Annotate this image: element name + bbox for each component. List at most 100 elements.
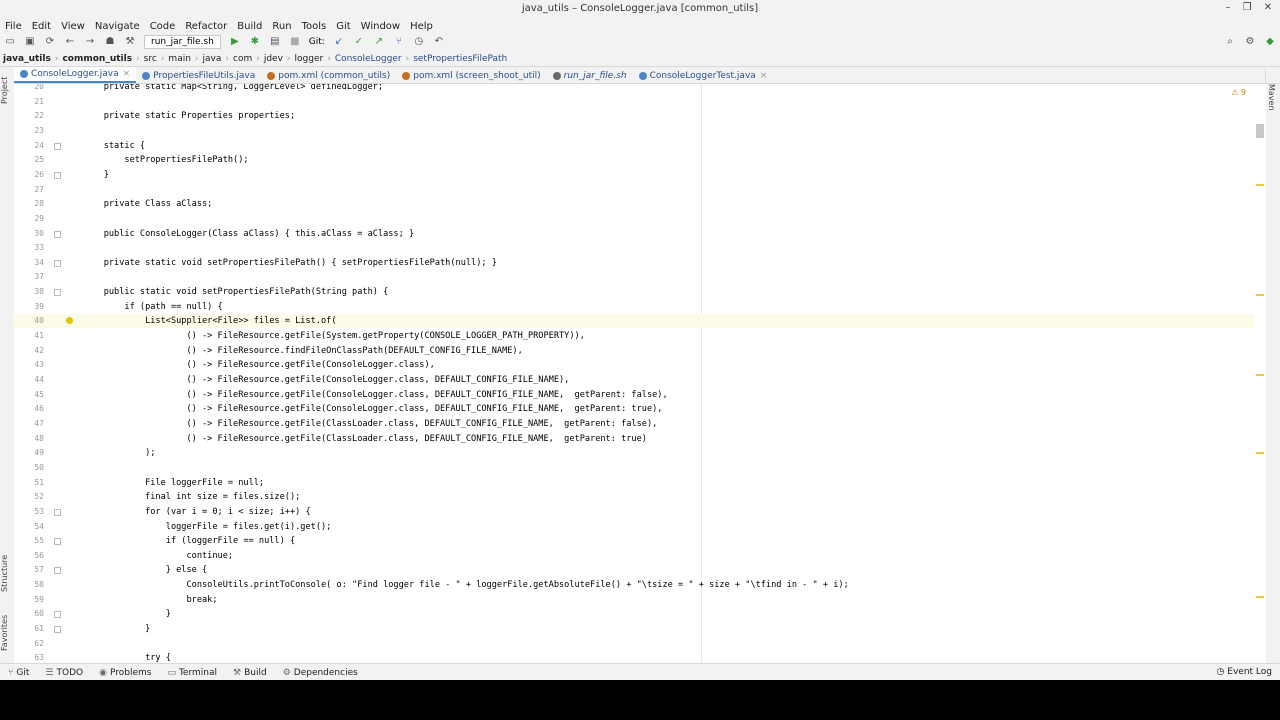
- fold-marker-icon[interactable]: [54, 230, 61, 238]
- line-number[interactable]: 20: [14, 84, 44, 94]
- code-text[interactable]: private Class aClass;: [83, 197, 213, 211]
- line-number[interactable]: 34: [14, 256, 44, 270]
- search-icon[interactable]: ⌕: [1223, 36, 1237, 48]
- crumb-java[interactable]: java: [200, 54, 225, 64]
- code-text[interactable]: () -> FileResource.getFile(ConsoleLogger…: [83, 402, 662, 416]
- code-line[interactable]: 61 }: [14, 622, 1254, 636]
- code-text[interactable]: try {: [83, 651, 171, 663]
- fold-marker-icon[interactable]: [54, 171, 61, 179]
- code-line[interactable]: 59 break;: [14, 593, 1254, 607]
- maximize-icon[interactable]: ❐: [1243, 2, 1252, 13]
- code-line[interactable]: 23: [14, 124, 1254, 138]
- code-line[interactable]: 34 private static void setPropertiesFile…: [14, 256, 1254, 270]
- code-text[interactable]: final int size = files.size();: [83, 490, 300, 504]
- favorites-tool-button[interactable]: Favorites: [0, 608, 12, 658]
- code-line[interactable]: 20 private static Map<String, LoggerLeve…: [14, 84, 1254, 94]
- fold-marker-icon[interactable]: [54, 567, 61, 575]
- crumb-jdev[interactable]: jdev: [261, 54, 286, 64]
- code-text[interactable]: break;: [83, 593, 217, 607]
- code-text[interactable]: () -> FileResource.getFile(System.getPro…: [83, 329, 584, 343]
- code-line[interactable]: 46 () -> FileResource.getFile(ConsoleLog…: [14, 402, 1254, 416]
- user-icon[interactable]: ☗: [103, 36, 117, 48]
- sync-icon[interactable]: ⟳: [43, 36, 57, 48]
- line-number[interactable]: 22: [14, 109, 44, 123]
- minimize-icon[interactable]: –: [1226, 2, 1231, 13]
- code-text[interactable]: private static void setPropertiesFilePat…: [83, 256, 497, 270]
- line-number[interactable]: 41: [14, 329, 44, 343]
- code-line[interactable]: 29: [14, 212, 1254, 226]
- crumb-module[interactable]: common_utils: [59, 54, 135, 64]
- build-tool-button[interactable]: ⚒ Build: [225, 668, 275, 678]
- code-text[interactable]: public static void setPropertiesFilePath…: [83, 285, 389, 299]
- code-text[interactable]: }: [83, 622, 150, 636]
- open-icon[interactable]: ▭: [3, 36, 17, 48]
- code-text[interactable]: if (loggerFile == null) {: [83, 534, 295, 548]
- tab-2[interactable]: pom.xml (common_utils): [261, 69, 396, 83]
- code-text[interactable]: () -> FileResource.findFileOnClassPath(D…: [83, 344, 522, 358]
- history-icon[interactable]: ◷: [412, 36, 426, 48]
- line-number[interactable]: 24: [14, 139, 44, 153]
- code-text[interactable]: for (var i = 0; i < size; i++) {: [83, 505, 311, 519]
- line-number[interactable]: 39: [14, 300, 44, 314]
- line-number[interactable]: 30: [14, 227, 44, 241]
- code-text[interactable]: continue;: [83, 549, 233, 563]
- fold-marker-icon[interactable]: [54, 289, 61, 297]
- code-line[interactable]: 56 continue;: [14, 549, 1254, 563]
- code-line[interactable]: 51 File loggerFile = null;: [14, 476, 1254, 490]
- code-text[interactable]: if (path == null) {: [83, 300, 222, 314]
- todo-tool-button[interactable]: ☰ TODO: [37, 668, 91, 678]
- tab-0[interactable]: ConsoleLogger.java ×: [14, 67, 137, 83]
- tab-3[interactable]: pom.xml (screen_shoot_util): [396, 69, 546, 83]
- code-text[interactable]: () -> FileResource.getFile(ConsoleLogger…: [83, 373, 569, 387]
- line-number[interactable]: 55: [14, 534, 44, 548]
- fold-marker-icon[interactable]: [54, 538, 61, 546]
- code-line[interactable]: 26 }: [14, 168, 1254, 182]
- code-line[interactable]: 28 private Class aClass;: [14, 197, 1254, 211]
- back-icon[interactable]: ←: [63, 36, 77, 48]
- menu-view[interactable]: View: [56, 21, 90, 32]
- code-line[interactable]: 57 } else {: [14, 563, 1254, 577]
- code-line[interactable]: 21: [14, 95, 1254, 109]
- close-icon[interactable]: ✕: [1264, 2, 1272, 13]
- code-line[interactable]: 44 () -> FileResource.getFile(ConsoleLog…: [14, 373, 1254, 387]
- code-line[interactable]: 47 () -> FileResource.getFile(ClassLoade…: [14, 417, 1254, 431]
- fold-marker-icon[interactable]: [54, 259, 61, 267]
- menu-git[interactable]: Git: [331, 21, 355, 32]
- line-number[interactable]: 60: [14, 607, 44, 621]
- crumb-src[interactable]: src: [141, 54, 160, 64]
- line-number[interactable]: 26: [14, 168, 44, 182]
- project-tool-button[interactable]: Project: [0, 70, 12, 110]
- fold-marker-icon[interactable]: [54, 611, 61, 619]
- crumb-method[interactable]: setPropertiesFilePath: [410, 54, 510, 64]
- code-line[interactable]: 24 static {: [14, 139, 1254, 153]
- tab-close-icon[interactable]: ×: [760, 71, 768, 81]
- code-text[interactable]: File loggerFile = null;: [83, 476, 264, 490]
- code-line[interactable]: 55 if (loggerFile == null) {: [14, 534, 1254, 548]
- line-number[interactable]: 47: [14, 417, 44, 431]
- tab-1[interactable]: PropertiesFileUtils.java: [136, 69, 261, 83]
- code-line[interactable]: 63 try {: [14, 651, 1254, 663]
- line-number[interactable]: 45: [14, 388, 44, 402]
- code-line[interactable]: 22 private static Properties properties;: [14, 109, 1254, 123]
- line-number[interactable]: 40: [14, 314, 44, 328]
- code-line[interactable]: 42 () -> FileResource.findFileOnClassPat…: [14, 344, 1254, 358]
- maven-tool-button[interactable]: Maven: [1267, 84, 1276, 111]
- code-text[interactable]: () -> FileResource.getFile(ConsoleLogger…: [83, 388, 667, 402]
- fold-marker-icon[interactable]: [54, 626, 61, 634]
- code-line[interactable]: 41 () -> FileResource.getFile(System.get…: [14, 329, 1254, 343]
- line-number[interactable]: 25: [14, 153, 44, 167]
- run-config-select[interactable]: run_jar_file.sh: [144, 35, 221, 49]
- line-number[interactable]: 61: [14, 622, 44, 636]
- line-number[interactable]: 21: [14, 95, 44, 109]
- crumb-class[interactable]: ConsoleLogger: [332, 54, 405, 64]
- build-hammer-icon[interactable]: ⚒: [123, 36, 137, 48]
- crumb-project[interactable]: java_utils: [0, 54, 54, 64]
- line-number[interactable]: 48: [14, 432, 44, 446]
- git-commit-icon[interactable]: ✓: [352, 36, 366, 48]
- line-number[interactable]: 53: [14, 505, 44, 519]
- line-number[interactable]: 50: [14, 461, 44, 475]
- code-text[interactable]: ConsoleUtils.printToConsole( o: "Find lo…: [83, 578, 848, 592]
- menu-file[interactable]: File: [0, 21, 27, 32]
- code-text[interactable]: loggerFile = files.get(i).get();: [83, 520, 332, 534]
- code-line[interactable]: 49 );: [14, 446, 1254, 460]
